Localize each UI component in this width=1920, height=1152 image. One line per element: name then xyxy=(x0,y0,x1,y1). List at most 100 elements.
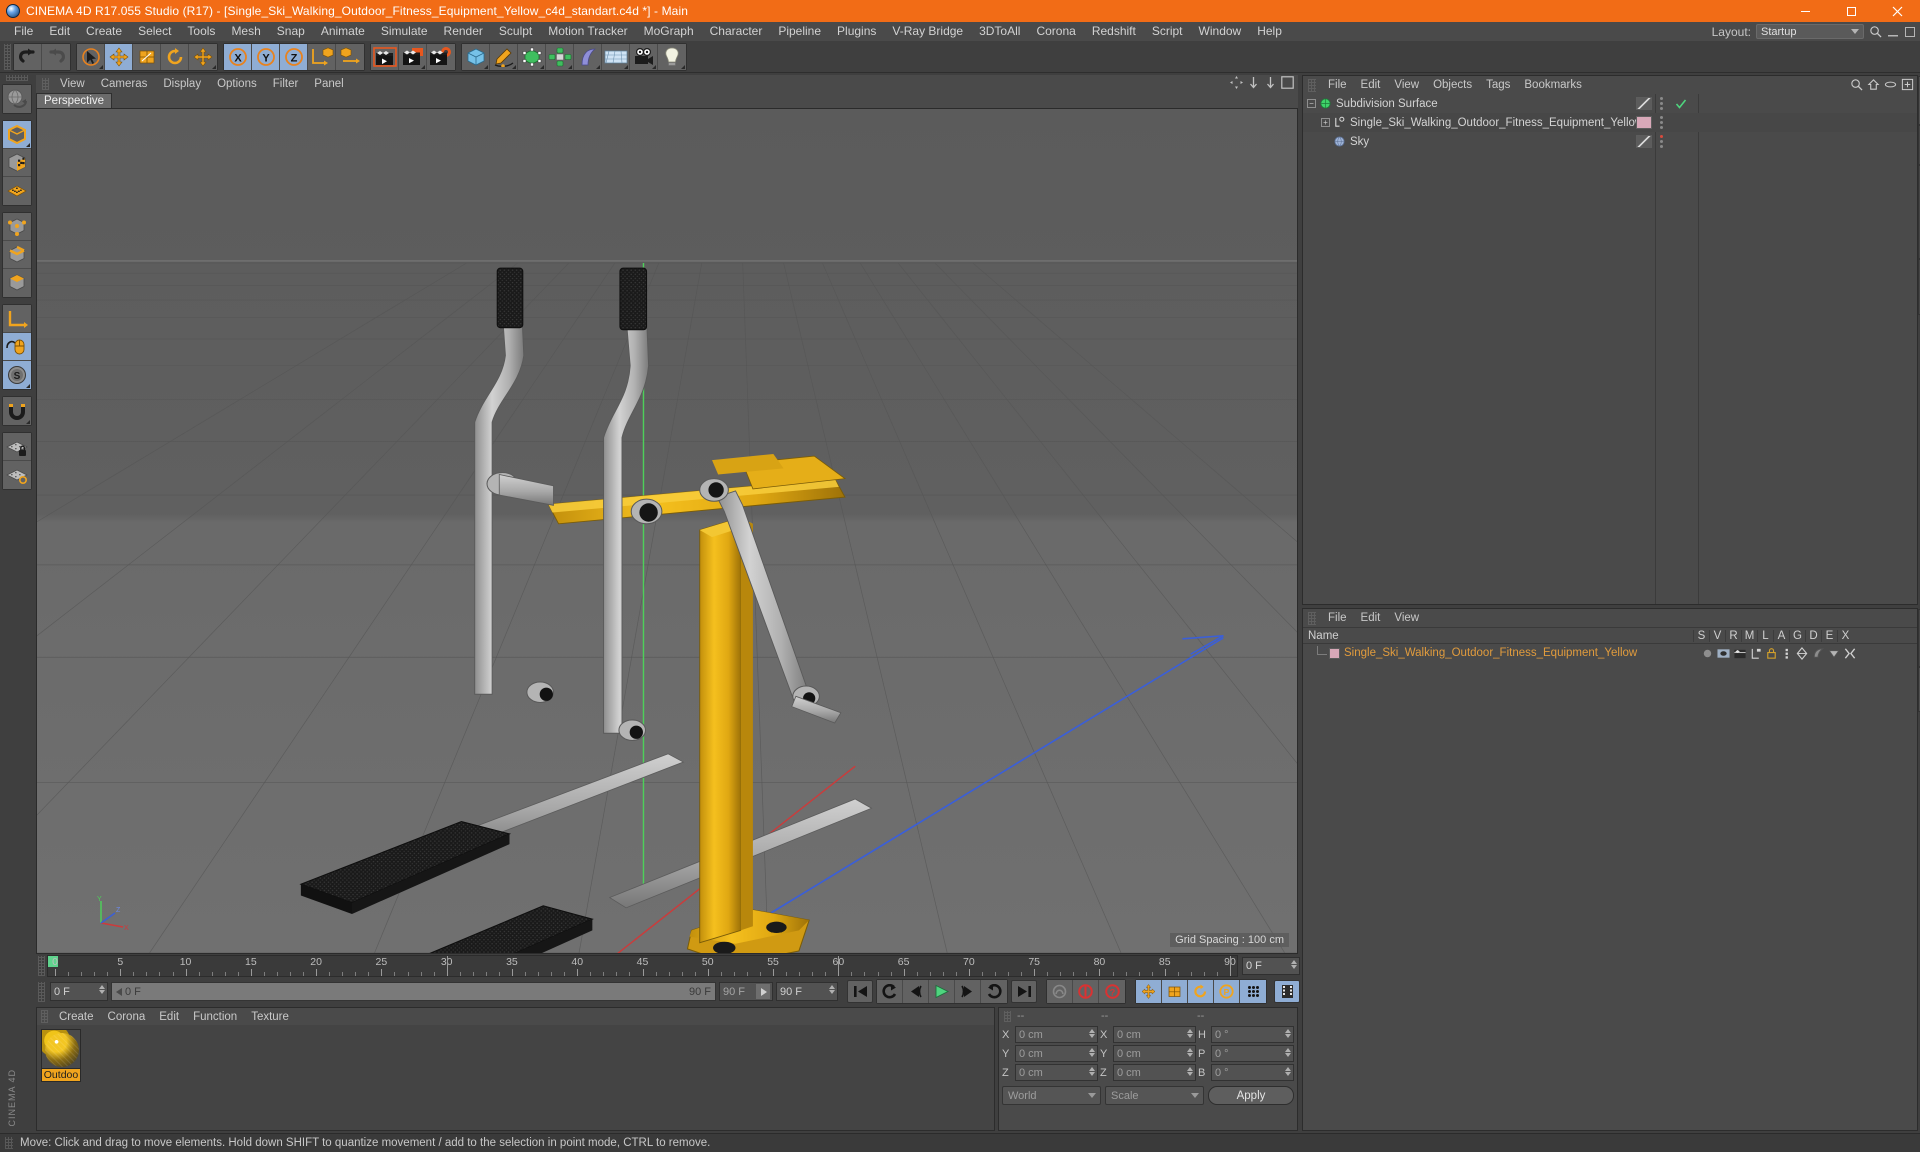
add-light-button[interactable] xyxy=(658,43,686,70)
viewport-menu-options[interactable]: Options xyxy=(209,78,265,90)
play-forward-button[interactable] xyxy=(929,980,955,1003)
lock-z-button[interactable]: Z xyxy=(280,43,308,70)
stepper-icon[interactable] xyxy=(1285,1029,1291,1038)
undo-view-button[interactable] xyxy=(3,85,31,113)
object-manager-grip[interactable] xyxy=(1308,78,1316,92)
polygons-mode-button[interactable] xyxy=(3,269,31,297)
coord-field-pos-z[interactable]: 0 cm xyxy=(1015,1064,1098,1081)
timeline-ruler[interactable]: 051015202530354045505560657075808590 xyxy=(47,955,1238,977)
minimize-button[interactable] xyxy=(1782,0,1828,22)
maximize-button[interactable] xyxy=(1828,0,1874,22)
layer-manager-grip[interactable] xyxy=(1308,611,1316,625)
home-icon[interactable] xyxy=(1867,78,1880,91)
stepper-icon[interactable] xyxy=(1187,1048,1193,1057)
menu-script[interactable]: Script xyxy=(1144,22,1191,41)
previous-frame-button[interactable] xyxy=(903,980,929,1003)
model-mode-button[interactable] xyxy=(3,149,31,177)
menu-help[interactable]: Help xyxy=(1249,22,1290,41)
coordinate-system-select[interactable]: World xyxy=(1002,1086,1101,1105)
menu-redshift[interactable]: Redshift xyxy=(1084,22,1144,41)
plus-box-icon[interactable] xyxy=(1901,78,1914,91)
viewport-menu-view[interactable]: View xyxy=(52,78,93,90)
viewport-menu-panel[interactable]: Panel xyxy=(306,78,351,90)
material-item[interactable]: Outdoo xyxy=(41,1029,81,1082)
visibility-toggle-icon[interactable] xyxy=(1716,647,1731,660)
world-object-coord-button[interactable] xyxy=(308,43,336,70)
lock-workplane-button[interactable] xyxy=(3,433,31,461)
viewport-menu-display[interactable]: Display xyxy=(155,78,209,90)
toolbar-grip[interactable] xyxy=(4,43,11,70)
menu-edit[interactable]: Edit xyxy=(41,22,78,41)
add-nurbs-button[interactable] xyxy=(518,43,546,70)
material-preview-thumbnail[interactable] xyxy=(41,1029,81,1069)
menu-mesh[interactable]: Mesh xyxy=(223,22,268,41)
menu-render[interactable]: Render xyxy=(436,22,491,41)
stepper-icon[interactable] xyxy=(829,985,835,994)
object-row-single-ski-walking[interactable]: + Single_Ski_Walking_Outdoor_Fitness_Equ… xyxy=(1303,113,1917,132)
redo-button[interactable] xyxy=(42,43,70,70)
material-menu-create[interactable]: Create xyxy=(52,1011,101,1023)
rotate-view-icon[interactable] xyxy=(1264,76,1277,89)
magnet-tool-button[interactable] xyxy=(3,397,31,425)
stepper-icon[interactable] xyxy=(1089,1029,1095,1038)
object-dots[interactable] xyxy=(1660,135,1663,148)
menu-tools[interactable]: Tools xyxy=(179,22,223,41)
object-tag-chip[interactable] xyxy=(1636,135,1652,148)
render-view-button[interactable] xyxy=(371,43,399,70)
stepper-icon[interactable] xyxy=(1285,1048,1291,1057)
viewport-menu-cameras[interactable]: Cameras xyxy=(93,78,156,90)
apply-button[interactable]: Apply xyxy=(1208,1086,1294,1105)
viewport-menu-grip[interactable] xyxy=(42,77,49,90)
next-frame-button[interactable] xyxy=(955,980,981,1003)
om-menu-tags[interactable]: Tags xyxy=(1479,79,1517,91)
timeline-end-field[interactable]: 90 F xyxy=(776,982,838,1001)
viewport-3d[interactable]: Grid Spacing : 100 cm Y X Z xyxy=(36,108,1298,954)
key-rotation-button[interactable] xyxy=(1188,980,1214,1003)
timeline-grip[interactable] xyxy=(38,956,45,976)
autokeying-button[interactable] xyxy=(1073,980,1099,1003)
coord-field-rot-p[interactable]: 0 ° xyxy=(1211,1045,1294,1062)
play-loop-button[interactable] xyxy=(981,980,1007,1003)
enable-snap-button[interactable]: S xyxy=(3,361,31,389)
menu-sculpt[interactable]: Sculpt xyxy=(491,22,540,41)
pan-view-icon[interactable] xyxy=(1230,76,1243,89)
key-scale-button[interactable] xyxy=(1162,980,1188,1003)
left-toolbar-grip[interactable] xyxy=(6,75,28,81)
maximize-viewport-icon[interactable] xyxy=(1281,76,1294,89)
go-to-end-button[interactable] xyxy=(1011,980,1037,1003)
render-region-button[interactable] xyxy=(399,43,427,70)
add-deformer-button[interactable] xyxy=(574,43,602,70)
coordinates-grip[interactable] xyxy=(1004,1010,1011,1022)
xpresso-toggle-icon[interactable] xyxy=(1843,647,1857,660)
keyframe-selection-button[interactable]: ? xyxy=(1099,980,1125,1003)
coord-field-pos-x[interactable]: 0 cm xyxy=(1015,1026,1098,1043)
menu-mograph[interactable]: MoGraph xyxy=(636,22,702,41)
stepper-icon[interactable] xyxy=(1089,1067,1095,1076)
render-settings-button[interactable] xyxy=(427,43,455,70)
om-menu-objects[interactable]: Objects xyxy=(1426,79,1479,91)
object-row-subdivision-surface[interactable]: − Subdivision Surface xyxy=(1303,94,1917,113)
move-tool-button[interactable] xyxy=(105,43,133,70)
stepper-icon[interactable] xyxy=(1089,1048,1095,1057)
search-icon[interactable] xyxy=(1869,25,1882,38)
om-menu-file[interactable]: File xyxy=(1321,79,1354,91)
menu-character[interactable]: Character xyxy=(702,22,771,41)
expand-toggle-icon[interactable]: + xyxy=(1321,118,1330,127)
menu-animate[interactable]: Animate xyxy=(313,22,373,41)
expressions-toggle-icon[interactable] xyxy=(1827,647,1841,660)
stepper-icon[interactable] xyxy=(1291,960,1297,969)
om-menu-view[interactable]: View xyxy=(1387,79,1426,91)
lm-menu-file[interactable]: File xyxy=(1321,612,1354,624)
stepper-icon[interactable] xyxy=(99,985,105,994)
eye-icon[interactable] xyxy=(1884,78,1897,91)
live-selection-button[interactable] xyxy=(77,43,105,70)
current-frame-field[interactable]: 0 F xyxy=(1242,957,1300,975)
menu-window[interactable]: Window xyxy=(1191,22,1250,41)
move-alt-button[interactable] xyxy=(189,43,217,70)
menu-motion-tracker[interactable]: Motion Tracker xyxy=(540,22,635,41)
render-toggle-icon[interactable] xyxy=(1733,647,1747,660)
material-menu-grip[interactable] xyxy=(41,1010,48,1023)
menu-select[interactable]: Select xyxy=(130,22,179,41)
stepper-icon[interactable] xyxy=(1187,1067,1193,1076)
key-position-button[interactable] xyxy=(1136,980,1162,1003)
